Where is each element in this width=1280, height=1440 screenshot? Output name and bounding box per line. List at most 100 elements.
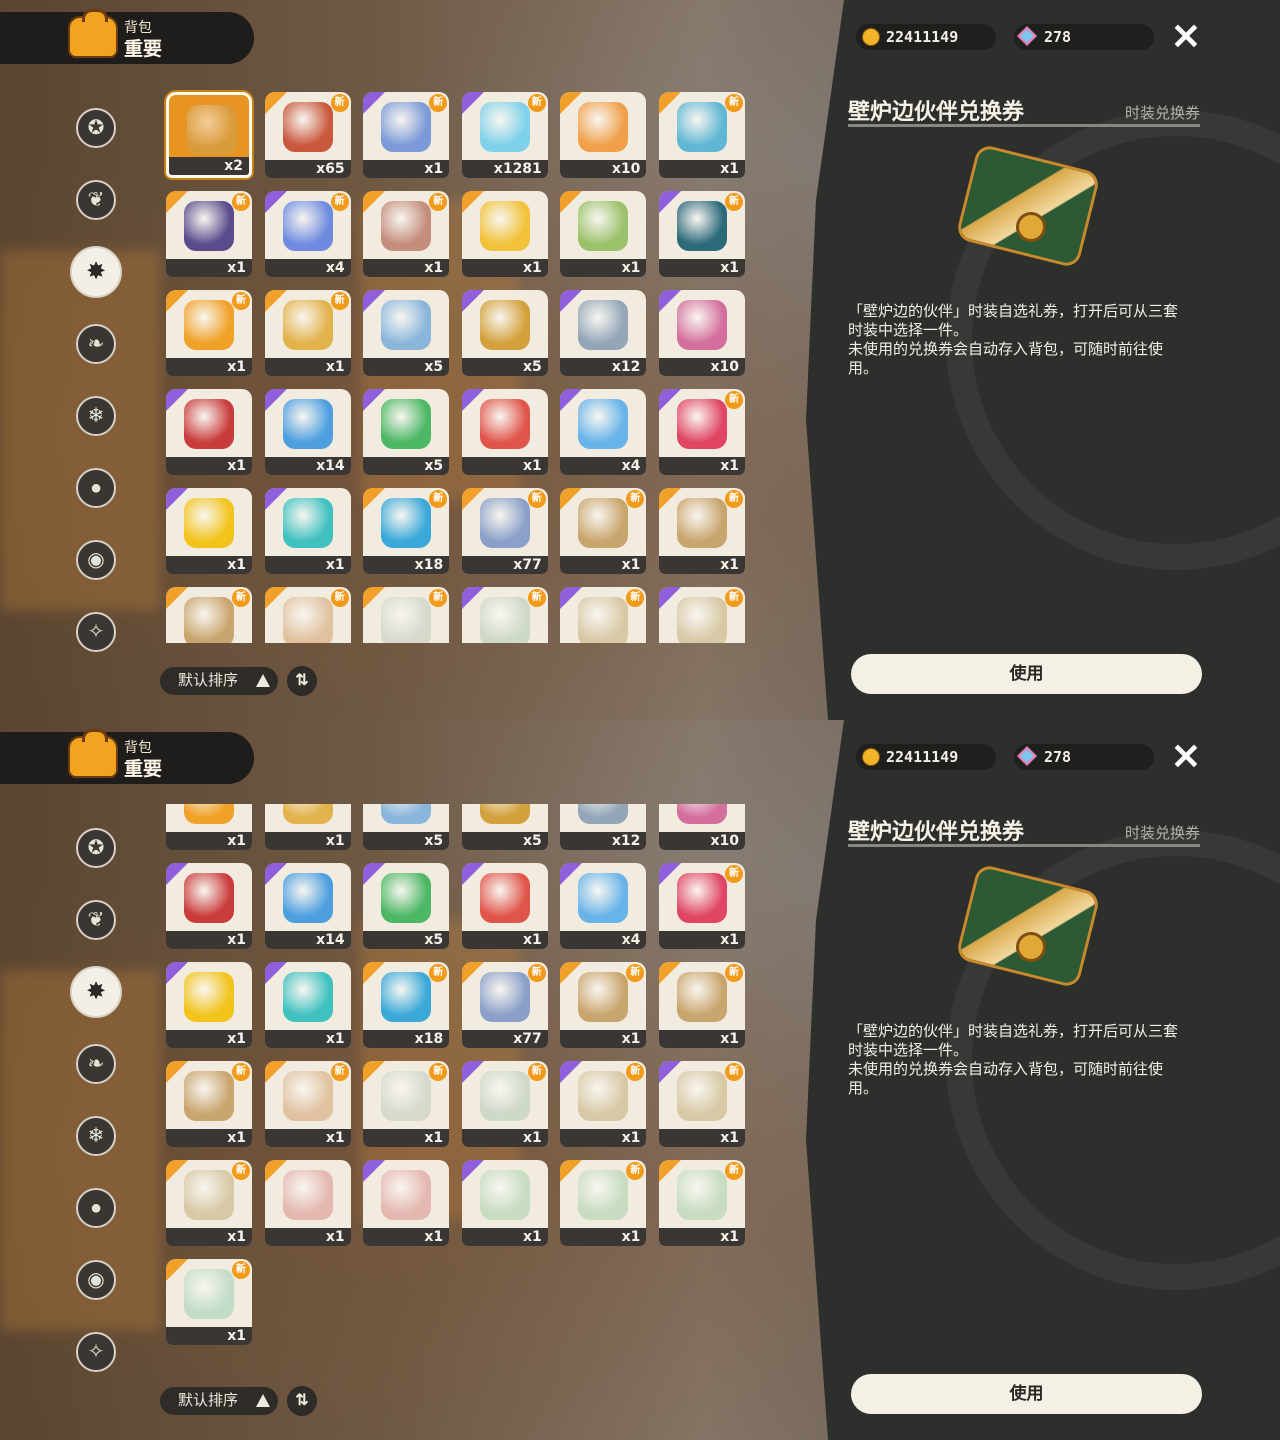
item-slot[interactable]: 新 x1 [166,191,252,277]
item-slot[interactable]: 新 x1 [461,1061,548,1147]
item-slot[interactable]: x1 [264,1160,351,1246]
item-slot[interactable]: 新 x1 [659,1160,745,1246]
item-slot[interactable]: 新 x4 [264,191,351,277]
item-slot[interactable]: 新 [560,587,647,643]
item-slot[interactable]: x14 [264,863,351,949]
item-slot[interactable]: 新 x18 [363,488,450,574]
item-slot[interactable]: 新 x1 [363,92,450,178]
category-tab-ball[interactable]: ● [76,468,116,508]
item-icon [677,300,727,350]
item-slot[interactable]: x5 [461,804,548,850]
item-slot[interactable]: x2 [166,92,252,178]
category-tab-chest[interactable]: ✧ [76,1332,116,1372]
item-slot[interactable]: x1 [264,962,351,1048]
category-tab-scroll[interactable]: ❄ [76,396,116,436]
item-slot[interactable]: x10 [659,290,745,376]
gem-balance[interactable]: 278 [1014,744,1154,770]
item-slot[interactable]: x10 [659,804,745,850]
item-slot[interactable]: 新 [659,587,745,643]
category-tab-leaf[interactable]: ❦ [76,900,116,940]
category-tab-acorn[interactable]: ◉ [76,540,116,580]
item-slot[interactable]: x1 [166,389,252,475]
item-slot[interactable]: x5 [363,804,450,850]
item-slot[interactable]: 新 x1 [264,1061,351,1147]
sort-order-toggle-button[interactable]: ⇅ [287,666,317,696]
category-tab-leaf[interactable]: ❦ [76,180,116,220]
item-slot[interactable]: 新 x18 [363,962,450,1048]
item-slot[interactable]: x4 [560,863,647,949]
item-slot[interactable]: 新 x1 [166,1160,252,1246]
item-slot[interactable]: 新 x1 [560,962,647,1048]
item-slot[interactable]: 新 x1 [659,191,745,277]
item-slot[interactable]: 新 x1 [560,1160,647,1246]
item-slot[interactable]: 新 x1 [560,1061,647,1147]
item-slot[interactable]: x1 [560,191,647,277]
item-slot[interactable]: 新 x77 [461,488,548,574]
sort-dropdown[interactable]: 默认排序 [160,667,278,695]
item-slot[interactable]: 新 x1281 [461,92,548,178]
category-tab-chest[interactable]: ✧ [76,612,116,652]
inventory-screen-2: 背包 重要 x1 x1 x5 x5 x12 x10 x1 x14 x5 x1 x4 新 x1 x1 x1 新 x… [0,720,1280,1440]
item-slot[interactable]: 新 x1 [363,1061,450,1147]
sort-dropdown[interactable]: 默认排序 [160,1387,278,1415]
gem-balance[interactable]: 278 [1014,24,1154,50]
use-button[interactable]: 使用 [851,1374,1202,1414]
item-slot[interactable]: x10 [560,92,647,178]
category-tab-clover[interactable]: ❧ [76,324,116,364]
item-slot[interactable]: x1 [363,1160,450,1246]
item-slot[interactable]: 新 x1 [560,488,647,574]
item-slot[interactable]: 新 x77 [461,962,548,1048]
item-slot[interactable]: x5 [363,389,450,475]
use-button[interactable]: 使用 [851,654,1202,694]
item-slot[interactable]: 新 x1 [659,863,745,949]
category-tab-star[interactable]: ✪ [76,108,116,148]
item-slot[interactable]: x12 [560,804,647,850]
item-slot[interactable]: x5 [363,863,450,949]
item-slot[interactable]: 新 x1 [659,488,745,574]
item-slot[interactable]: 新 x1 [659,92,745,178]
item-slot[interactable]: x1 [461,389,548,475]
item-slot[interactable]: 新 [363,587,450,643]
item-slot[interactable]: x1 [461,863,548,949]
category-tab-ball[interactable]: ● [76,1188,116,1228]
item-slot[interactable]: 新 [166,587,252,643]
item-slot[interactable]: 新 x1 [659,389,745,475]
item-slot[interactable]: x1 [264,488,351,574]
item-slot[interactable]: x1 [166,962,252,1048]
item-slot[interactable]: x1 [461,1160,548,1246]
item-icon [282,102,333,152]
item-slot[interactable]: 新 x1 [659,1061,745,1147]
item-slot[interactable]: x1 [166,488,252,574]
item-slot[interactable]: 新 x1 [166,1259,252,1345]
item-slot[interactable]: x1 [264,804,351,850]
category-tab-acorn[interactable]: ◉ [76,1260,116,1300]
category-tab-sparkle[interactable]: ✸ [70,966,122,1018]
category-tab-sparkle[interactable]: ✸ [70,246,122,298]
item-slot[interactable]: 新 [264,587,351,643]
category-tab-scroll[interactable]: ❄ [76,1116,116,1156]
item-slot[interactable]: x1 [461,191,548,277]
close-icon[interactable]: ✕ [1168,739,1204,776]
close-icon[interactable]: ✕ [1168,19,1204,56]
sort-order-toggle-button[interactable]: ⇅ [287,1386,317,1416]
item-slot[interactable]: 新 x1 [363,191,450,277]
item-slot[interactable]: 新 x1 [659,962,745,1048]
category-tab-clover[interactable]: ❧ [76,1044,116,1084]
item-slot[interactable]: 新 x65 [264,92,351,178]
coin-balance[interactable]: 22411149 [856,744,996,770]
item-slot[interactable]: 新 x1 [166,290,252,376]
item-slot[interactable]: x12 [560,290,647,376]
item-slot[interactable]: x5 [363,290,450,376]
item-slot[interactable]: x1 [166,863,252,949]
coin-balance[interactable]: 22411149 [856,24,996,50]
item-slot[interactable]: 新 [461,587,548,643]
item-quantity: x1 [166,358,252,376]
item-slot[interactable]: 新 x1 [166,1061,252,1147]
category-tab-star[interactable]: ✪ [76,828,116,868]
item-slot[interactable]: x1 [166,804,252,850]
item-slot[interactable]: 新 x1 [264,290,351,376]
item-slot[interactable]: x5 [461,290,548,376]
item-slot[interactable]: x14 [264,389,351,475]
item-quantity: x4 [560,457,647,475]
item-slot[interactable]: x4 [560,389,647,475]
